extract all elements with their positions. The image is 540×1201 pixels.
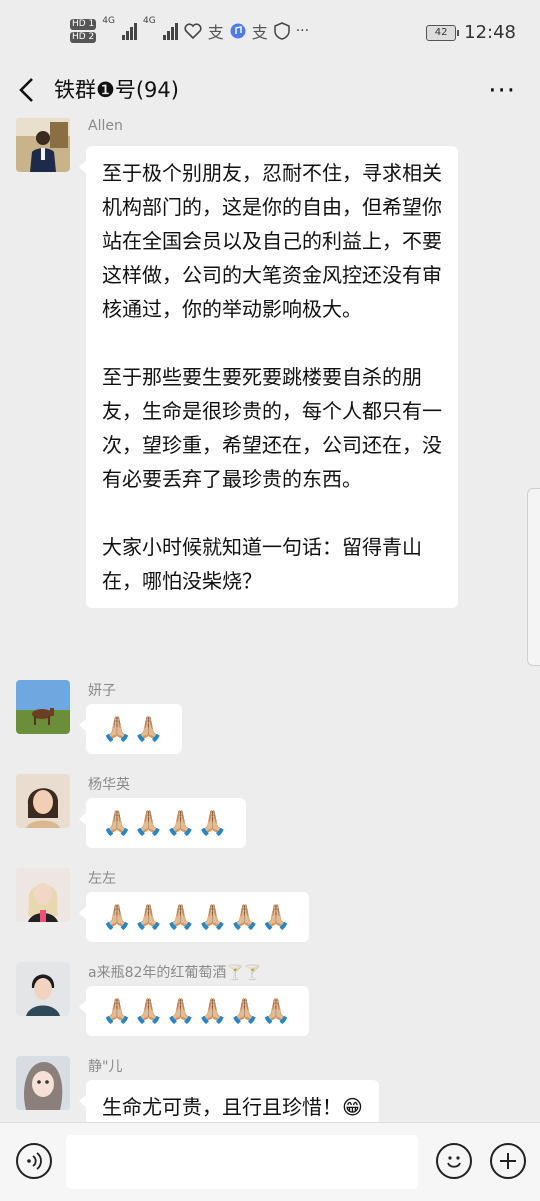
message-bubble[interactable]: 🙏🏼🙏🏼🙏🏼🙏🏼🙏🏼🙏🏼: [78, 892, 310, 942]
message-paragraph: 至于极个别朋友，忍耐不住，寻求相关机构部门的，这是你的自由，但希望你站在全国会员…: [102, 161, 442, 321]
more-actions-button[interactable]: [490, 1143, 526, 1179]
avatar[interactable]: [16, 962, 70, 1016]
message-bubble[interactable]: 至于极个别朋友，忍耐不住，寻求相关机构部门的，这是你的自由，但希望你站在全国会员…: [79, 146, 458, 608]
hd-badge-1: HD 1: [70, 19, 97, 30]
message-bubble[interactable]: 生命尤可贵，且行且珍惜！😁: [79, 1080, 379, 1122]
message-paragraph: 大家小时候就知道一句话：留得青山在，哪怕没柴烧？: [102, 535, 422, 593]
avatar-image: [16, 1056, 70, 1110]
back-arrow-icon[interactable]: [16, 76, 38, 104]
clock: 12:48: [464, 22, 516, 43]
input-bar: [0, 1122, 540, 1201]
signal-label-1: 4G: [102, 16, 115, 26]
avatar-image: [16, 774, 70, 828]
avatar-image: [16, 868, 70, 922]
plus-icon: [500, 1153, 516, 1169]
message-paragraph: 至于那些要生要死要跳楼要自杀的朋友，生命是很珍贵的，每个人都只有一次，望珍重，希…: [102, 365, 442, 491]
sender-name: 左左: [88, 871, 116, 887]
status-right-icons: 42 12:48: [426, 22, 516, 43]
chat-title: 铁群❶号(94): [54, 78, 179, 102]
sender-name: 静"儿: [88, 1059, 123, 1075]
avatar[interactable]: [16, 1056, 70, 1110]
message-list[interactable]: Allen 至于极个别朋友，忍耐不住，寻求相关机构部门的，这是你的自由，但希望你…: [0, 118, 540, 1122]
message-bubble[interactable]: 🙏🏼🙏🏼🙏🏼🙏🏼🙏🏼🙏🏼: [78, 986, 310, 1036]
heart-icon: [184, 23, 202, 39]
hd-badges: HD 1 HD 2: [70, 19, 97, 43]
alipay-icon: 支: [207, 23, 224, 42]
sender-name: 杨华英: [88, 777, 130, 793]
avatar[interactable]: [16, 868, 70, 922]
status-left-icons: HD 1 HD 2 4G 4G 支 支 ···: [70, 16, 309, 46]
smiley-icon: [447, 1156, 461, 1168]
message-input[interactable]: [66, 1135, 418, 1189]
avatar-image: [16, 680, 70, 734]
scroll-indicator[interactable]: [527, 488, 540, 666]
more-notifications: ···: [295, 23, 310, 39]
more-options-button[interactable]: ···: [488, 76, 516, 106]
battery-icon: 42: [426, 24, 460, 41]
sender-name: Allen: [88, 118, 123, 134]
emoji-button[interactable]: [436, 1143, 472, 1179]
music-icon: [230, 23, 246, 39]
signal-label-2: 4G: [143, 16, 156, 26]
avatar[interactable]: [16, 680, 70, 734]
status-bar: HD 1 HD 2 4G 4G 支 支 ··· 42 12:48: [0, 0, 540, 62]
avatar[interactable]: [16, 774, 70, 828]
signal-icon: [122, 22, 137, 40]
avatar[interactable]: [16, 118, 70, 172]
chat-header: 铁群❶号(94) ···: [0, 62, 540, 118]
voice-input-button[interactable]: [16, 1143, 52, 1179]
message-bubble[interactable]: 🙏🏼🙏🏼: [79, 704, 182, 754]
avatar-image: [16, 962, 70, 1016]
shield-icon: [273, 22, 290, 40]
message-bubble[interactable]: 🙏🏼🙏🏼🙏🏼🙏🏼: [79, 798, 246, 848]
sender-name: a来瓶82年的红葡萄酒🍸🍸: [88, 965, 262, 981]
sender-name: 妍子: [88, 683, 116, 699]
avatar-image: [16, 118, 70, 172]
alipay-icon: 支: [251, 23, 268, 42]
voice-icon: [27, 1152, 42, 1170]
signal-icon: [162, 22, 178, 40]
hd-badge-2: HD 2: [70, 32, 97, 43]
